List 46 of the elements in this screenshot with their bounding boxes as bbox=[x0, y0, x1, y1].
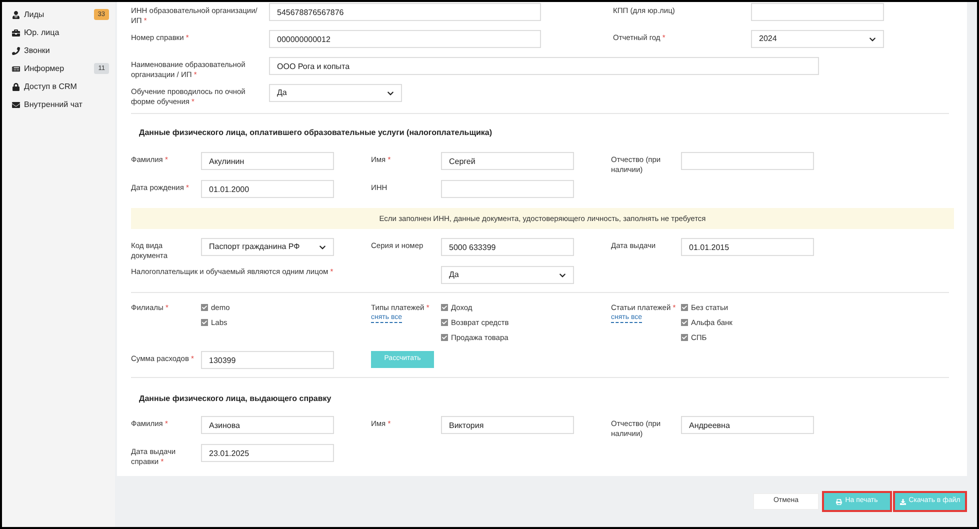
input-field[interactable]: Андреевна bbox=[681, 416, 814, 434]
briefcase-icon bbox=[12, 28, 20, 36]
input-field[interactable] bbox=[751, 3, 884, 21]
input-field[interactable]: Акулинин bbox=[201, 152, 334, 170]
sidebar-item[interactable]: Юр. лица bbox=[12, 25, 109, 40]
select-field[interactable]: Да bbox=[269, 84, 402, 102]
user-icon bbox=[12, 10, 20, 18]
input-field[interactable]: 130399 bbox=[201, 351, 334, 369]
section-title: Данные физического лица, оплатившего образовательные услуги (налогоплательщика) bbox=[138, 128, 493, 138]
input-field[interactable]: 01.01.2015 bbox=[681, 238, 814, 256]
checkbox[interactable] bbox=[681, 304, 688, 311]
checkbox[interactable] bbox=[201, 319, 208, 326]
select-field[interactable]: Да bbox=[441, 266, 574, 284]
select-field[interactable]: 2024 bbox=[751, 30, 884, 48]
select-field[interactable]: Паспорт гражданина РФ bbox=[201, 238, 334, 256]
input-field[interactable]: Виктория bbox=[441, 416, 574, 434]
input-field[interactable]: 23.01.2025 bbox=[201, 444, 334, 462]
checkbox[interactable] bbox=[441, 319, 448, 326]
newspaper-icon bbox=[12, 64, 20, 72]
checkbox[interactable] bbox=[681, 334, 688, 341]
printer-icon bbox=[836, 498, 842, 504]
input-field[interactable] bbox=[681, 152, 814, 170]
checkbox[interactable] bbox=[441, 334, 448, 341]
input-field[interactable]: 01.01.2000 bbox=[201, 180, 334, 198]
sidebar-item[interactable]: Звонки bbox=[12, 43, 109, 58]
checkbox[interactable] bbox=[201, 304, 208, 311]
lock-icon bbox=[12, 82, 20, 90]
chevron-down-icon bbox=[319, 244, 326, 250]
input-field[interactable]: 5000 633399 bbox=[441, 238, 574, 256]
input-field[interactable]: 000000000012 bbox=[269, 30, 541, 48]
checkbox[interactable] bbox=[681, 319, 688, 326]
chevron-down-icon bbox=[387, 90, 394, 96]
download-icon bbox=[900, 498, 906, 504]
phone-icon bbox=[12, 46, 20, 54]
chevron-down-icon bbox=[869, 36, 876, 42]
input-field[interactable]: ООО Рога и копыта bbox=[269, 57, 819, 75]
checkbox[interactable] bbox=[441, 304, 448, 311]
chevron-down-icon bbox=[559, 272, 566, 278]
section-title: Данные физического лица, выдающего справку bbox=[138, 394, 332, 404]
input-field[interactable] bbox=[441, 180, 574, 198]
sidebar-item[interactable]: Доступ в CRM bbox=[12, 79, 109, 94]
input-field[interactable]: Азинова bbox=[201, 416, 334, 434]
envelope-icon bbox=[12, 100, 20, 108]
input-field[interactable]: 545678876567876 bbox=[269, 3, 541, 21]
sidebar-item[interactable]: Внутренний чат bbox=[12, 97, 109, 112]
input-field[interactable]: Сергей bbox=[441, 152, 574, 170]
